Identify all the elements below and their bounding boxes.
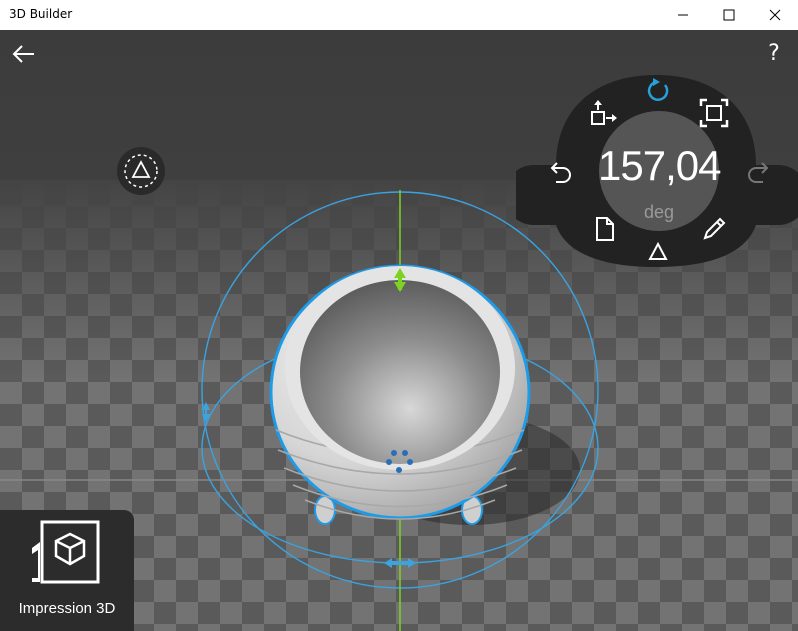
viewport[interactable]: ? 157,04 deg Impression 3D — [0, 30, 798, 631]
redo-icon — [748, 162, 769, 183]
close-icon — [769, 9, 781, 21]
edit-button[interactable] — [699, 214, 729, 244]
rotation-value[interactable]: 157,04 — [598, 142, 721, 190]
help-button[interactable]: ? — [764, 40, 784, 68]
pencil-icon — [703, 217, 726, 240]
app-tile[interactable]: Impression 3D — [0, 510, 134, 631]
window-title: 3D Builder — [9, 7, 73, 21]
mode-toggle-button[interactable] — [643, 238, 673, 268]
triangle-icon — [648, 241, 668, 260]
paste-button[interactable] — [589, 214, 619, 244]
maximize-button[interactable] — [706, 0, 752, 30]
close-button[interactable] — [752, 0, 798, 30]
minimize-icon — [678, 14, 688, 16]
back-button[interactable] — [10, 42, 38, 66]
app-tile-label: Impression 3D — [18, 600, 116, 617]
scale-tool-button[interactable] — [699, 98, 729, 128]
print-3d-icon — [32, 520, 100, 584]
undo-icon — [550, 162, 571, 183]
selection-mode-button[interactable] — [117, 147, 165, 195]
move-icon — [591, 100, 617, 125]
redo-button[interactable] — [745, 158, 775, 188]
document-icon — [596, 217, 614, 241]
undo-button[interactable] — [544, 158, 574, 188]
rotate-icon — [647, 78, 669, 101]
title-bar: 3D Builder — [0, 0, 798, 30]
triangle-dashed-icon — [124, 154, 158, 188]
scale-icon — [699, 98, 729, 128]
rotate-tool-button[interactable] — [643, 76, 673, 106]
maximize-icon — [723, 9, 735, 21]
minimize-button[interactable] — [660, 0, 706, 30]
arrow-left-icon — [12, 45, 34, 63]
move-tool-button[interactable] — [588, 100, 618, 130]
